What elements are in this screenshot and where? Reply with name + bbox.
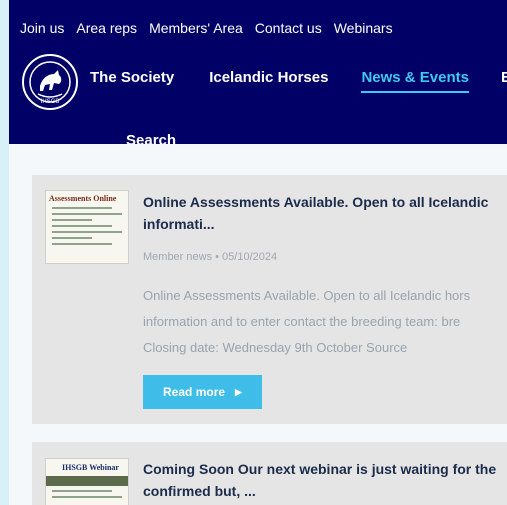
post-title[interactable]: Online Assessments Available. Open to al… — [143, 191, 507, 235]
nav-search[interactable]: Search — [126, 132, 176, 144]
post-excerpt: Online Assessments Available. Open to al… — [143, 288, 471, 355]
nav-contact-us[interactable]: Contact us — [255, 20, 322, 36]
nav-join-us[interactable]: Join us — [20, 20, 64, 36]
site-header: Join us Area reps Members' Area Contact … — [9, 0, 507, 144]
nav-more[interactable]: E — [501, 69, 507, 86]
post-card: Assessments Online Online Assessments Av… — [32, 175, 507, 424]
read-more-button[interactable]: Read more ▶ — [143, 375, 262, 409]
society-logo[interactable]: IHSGB — [22, 54, 78, 110]
thumbnail-title: IHSGB Webinar — [62, 463, 119, 472]
nav-members-area[interactable]: Members' Area — [149, 20, 243, 36]
post-title[interactable]: Coming Soon Our next webinar is just wai… — [143, 458, 507, 502]
post-thumbnail[interactable]: Assessments Online — [45, 190, 129, 264]
nav-icelandic-horses[interactable]: Icelandic Horses — [209, 69, 328, 86]
chevron-right-icon: ▶ — [235, 386, 242, 397]
svg-text:IHSGB: IHSGB — [41, 99, 60, 105]
thumbnail-title: Assessments Online — [49, 194, 117, 203]
top-nav: Join us Area reps Members' Area Contact … — [20, 20, 405, 36]
nav-news-events[interactable]: News & Events — [361, 69, 469, 93]
nav-the-society[interactable]: The Society — [90, 69, 174, 86]
post-card: IHSGB Webinar Coming Soon Our next webin… — [32, 442, 507, 505]
post-meta: Member news • 05/10/2024 — [143, 251, 278, 263]
nav-webinars[interactable]: Webinars — [334, 20, 393, 36]
main-nav: The Society Icelandic Horses News & Even… — [90, 69, 507, 93]
nav-area-reps[interactable]: Area reps — [76, 20, 137, 36]
horse-emblem-icon: IHSGB — [29, 61, 71, 105]
post-thumbnail[interactable]: IHSGB Webinar — [45, 458, 129, 505]
